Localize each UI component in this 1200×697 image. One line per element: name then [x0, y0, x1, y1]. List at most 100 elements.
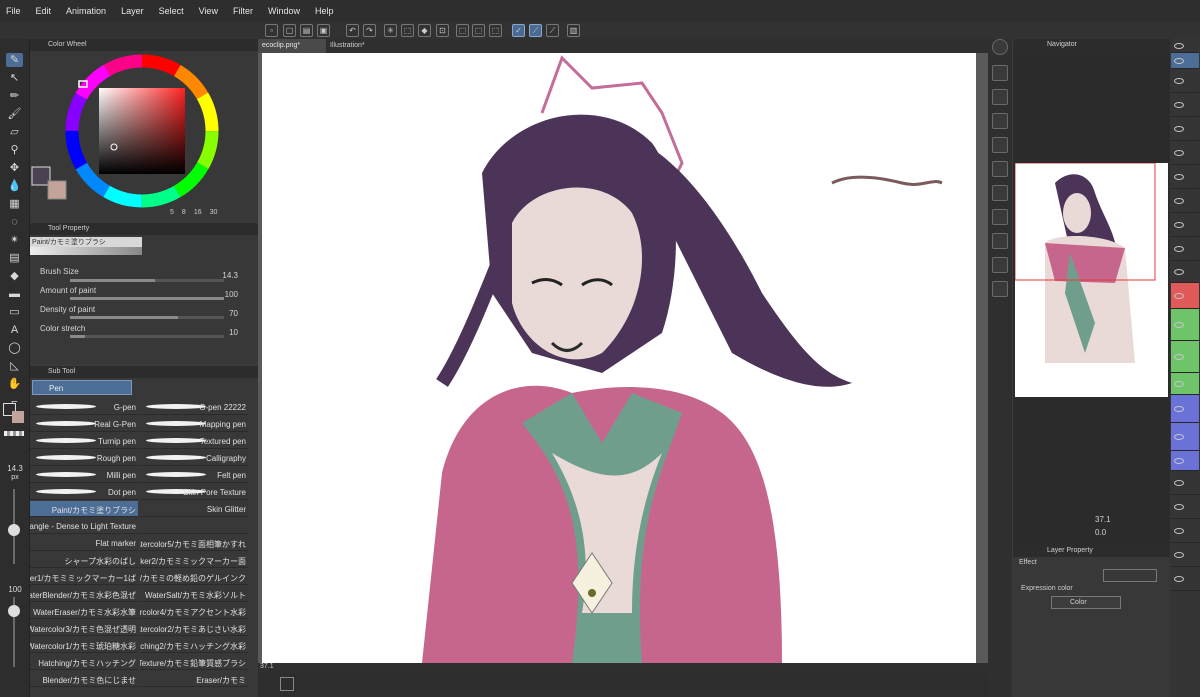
- count-16[interactable]: 16: [194, 209, 202, 216]
- new-file-icon[interactable]: ▢: [283, 24, 296, 37]
- eye-icon[interactable]: [1174, 58, 1184, 64]
- sub-tool-item[interactable]: Hatching/カモミハッチング: [30, 654, 138, 670]
- navigator-zoom-value[interactable]: 37.1: [1095, 515, 1111, 524]
- eye-icon[interactable]: [1174, 174, 1184, 180]
- amount-of-paint-slider[interactable]: [70, 297, 224, 300]
- sub-tool-item[interactable]: Marker1/カモミミックマーカー1ば: [30, 569, 138, 585]
- magic-wand-icon[interactable]: ✴: [6, 233, 23, 247]
- timeline-icon[interactable]: [280, 677, 294, 691]
- eye-icon[interactable]: [1174, 354, 1184, 360]
- sub-tool-item[interactable]: Blender/カモミ色にじませ: [30, 671, 138, 687]
- sub-tool-item[interactable]: Watercolor5/カモミ面相筆かすれ: [140, 535, 248, 551]
- menu-animation[interactable]: Animation: [66, 6, 106, 16]
- menu-filter[interactable]: Filter: [233, 6, 253, 16]
- color-wheel[interactable]: [30, 51, 258, 222]
- sub-tool-item[interactable]: Turnip pen: [30, 433, 138, 449]
- fill-icon[interactable]: ◆: [418, 24, 431, 37]
- sub-tool-item[interactable]: Paint/カモミ塗りブラシ: [30, 501, 138, 517]
- search-icon[interactable]: [992, 39, 1008, 55]
- layer-row[interactable]: [1171, 39, 1199, 53]
- sub-tool-item[interactable]: G-pen 22222: [140, 399, 248, 415]
- menu-file[interactable]: File: [6, 6, 21, 16]
- layer-row[interactable]: [1171, 471, 1199, 495]
- redo-icon[interactable]: ↷: [363, 24, 376, 37]
- sub-tool-item[interactable]: Texture/カモミ鉛筆質感ブラシ: [140, 654, 248, 670]
- eye-icon[interactable]: [1174, 126, 1184, 132]
- pen-tool-icon[interactable]: ✎: [6, 53, 23, 67]
- blend-tool-icon[interactable]: 💧: [6, 179, 23, 193]
- undo-icon[interactable]: ↶: [346, 24, 359, 37]
- brush-size-thumb[interactable]: [8, 524, 20, 536]
- open-icon[interactable]: ▤: [300, 24, 313, 37]
- density-of-paint-value[interactable]: 70: [229, 309, 238, 318]
- sub-tool-item[interactable]: Real G-Pen: [30, 416, 138, 432]
- sub-tool-item[interactable]: Mapping pen: [140, 416, 248, 432]
- layer-row[interactable]: [1171, 495, 1199, 519]
- crop-icon[interactable]: ⊡: [436, 24, 449, 37]
- sub-tool-item[interactable]: G-pen: [30, 399, 138, 415]
- sub-tool-item[interactable]: Watercolor1/カモミ琥珀糖水彩: [30, 637, 138, 653]
- new-file-icon[interactable]: ▫: [265, 24, 278, 37]
- gradient-fill-icon[interactable]: ▬: [6, 287, 23, 301]
- sub-tool-item[interactable]: Milli pen: [30, 467, 138, 483]
- move-tool-icon[interactable]: ✥: [6, 161, 23, 175]
- layer-row[interactable]: [1171, 141, 1199, 165]
- lasso-tool-icon[interactable]: ◌: [6, 215, 23, 229]
- menu-select[interactable]: Select: [159, 6, 184, 16]
- amount-of-paint-value[interactable]: 100: [225, 290, 238, 299]
- sub-tool-item[interactable]: Textured pen: [140, 433, 248, 449]
- menu-view[interactable]: View: [199, 6, 218, 16]
- layer-row[interactable]: [1171, 519, 1199, 543]
- layer-row[interactable]: [1171, 69, 1199, 93]
- sub-tool-item[interactable]: Flat marker: [30, 535, 138, 551]
- count-30[interactable]: 30: [210, 209, 218, 216]
- eye-icon[interactable]: [1174, 102, 1184, 108]
- gradient-tool-icon[interactable]: ▤: [6, 251, 23, 265]
- layer-row[interactable]: [1171, 165, 1199, 189]
- layer-row[interactable]: [1171, 543, 1199, 567]
- color-stretch-slider[interactable]: [70, 335, 224, 338]
- check-icon[interactable]: [992, 233, 1008, 249]
- layer-row[interactable]: [1171, 341, 1199, 373]
- eraser-tool-icon[interactable]: ▱: [6, 125, 23, 139]
- image-icon[interactable]: [992, 161, 1008, 177]
- sub-tool-item[interactable]: Rough pen: [30, 450, 138, 466]
- sub-tool-item[interactable]: WaterEraser/カモミ水彩水筆: [30, 603, 138, 619]
- sub-tool-item[interactable]: WaterSalt/カモミ水彩ソルト: [140, 586, 248, 602]
- balloon-tool-icon[interactable]: ◯: [6, 341, 23, 355]
- select-all-icon[interactable]: ⬚: [456, 24, 469, 37]
- document-icon[interactable]: [992, 137, 1008, 153]
- brush-size-value[interactable]: 14.3: [222, 271, 238, 280]
- deselect-icon[interactable]: ⬚: [472, 24, 485, 37]
- expression-color-select[interactable]: Color: [1051, 596, 1121, 609]
- layer-icon[interactable]: [992, 89, 1008, 105]
- eye-icon[interactable]: [1174, 293, 1184, 299]
- ruler-icon[interactable]: ⟋: [546, 24, 559, 37]
- airbrush-tool-icon[interactable]: ⚲: [6, 143, 23, 157]
- eye-icon[interactable]: [1174, 269, 1184, 275]
- menu-layer[interactable]: Layer: [121, 6, 144, 16]
- layer-row[interactable]: [1171, 567, 1199, 591]
- library-icon[interactable]: [992, 185, 1008, 201]
- layer-row[interactable]: [1171, 93, 1199, 117]
- grid-tool-icon[interactable]: ▦: [6, 197, 23, 211]
- clipboard-icon[interactable]: ▥: [567, 24, 580, 37]
- eye-icon[interactable]: [1174, 576, 1184, 582]
- layer-row[interactable]: [1171, 189, 1199, 213]
- sub-tool-group-pen[interactable]: Pen: [32, 380, 132, 395]
- brush-size-slider[interactable]: [70, 279, 224, 282]
- layer-row[interactable]: [1171, 395, 1199, 423]
- menu-edit[interactable]: Edit: [36, 6, 52, 16]
- sub-tool-item[interactable]: Marker2/カモミミックマーカー面: [140, 552, 248, 568]
- opacity-thumb[interactable]: [8, 605, 20, 617]
- canvas[interactable]: [262, 53, 976, 663]
- layer-row[interactable]: [1171, 261, 1199, 283]
- camera-icon[interactable]: [992, 257, 1008, 273]
- zoom-readout[interactable]: 37.1: [260, 663, 274, 670]
- menu-help[interactable]: Help: [315, 6, 334, 16]
- sub-tool-item[interactable]: Eraser/カモミ: [140, 671, 248, 687]
- sub-tool-item[interactable]: Watercolor2/カモミあじさい水彩: [140, 620, 248, 636]
- sub-tool-item[interactable]: Watercolor3/カモミ色混ぜ透明: [30, 620, 138, 636]
- layer-row[interactable]: [1171, 451, 1199, 471]
- operation-tool-icon[interactable]: ↖: [6, 71, 23, 85]
